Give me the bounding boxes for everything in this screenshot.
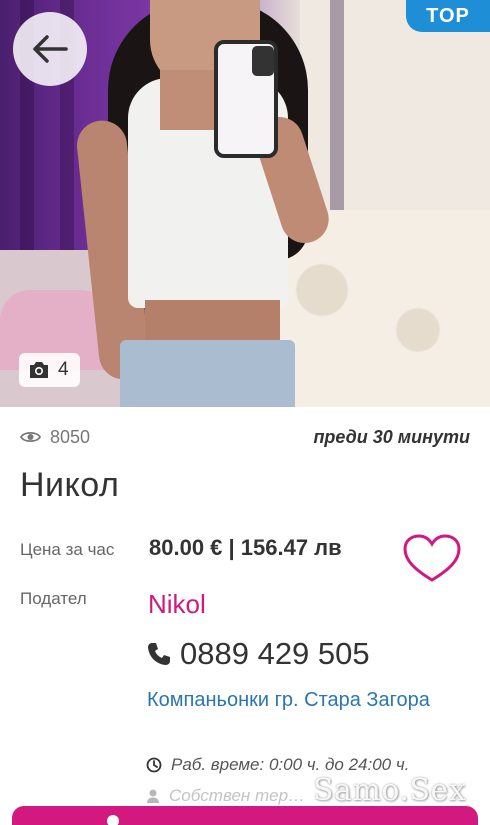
listing-meta: 8050 преди 30 минути — [20, 424, 470, 450]
own-room: Собствен тер… — [146, 786, 305, 806]
top-badge: TOP — [406, 0, 490, 32]
favorite-button[interactable] — [402, 532, 462, 584]
photo-count[interactable]: 4 — [19, 353, 80, 387]
posted-time: преди 30 минути — [313, 426, 470, 447]
working-hours: Раб. време: 0:00 ч. до 24:00 ч. — [146, 755, 409, 775]
contact-action-bar[interactable] — [12, 806, 478, 825]
clock-icon — [146, 757, 162, 773]
photo-phone-camera — [252, 46, 274, 76]
site-watermark: Samo.Sex — [313, 773, 467, 808]
camera-icon — [30, 362, 48, 378]
listing-title: Никол — [20, 466, 120, 504]
phone-link[interactable]: 0889 429 505 — [146, 636, 370, 672]
phone-number: 0889 429 505 — [180, 636, 370, 671]
user-icon — [147, 789, 159, 803]
category-link[interactable]: Компаньонки гр. Стара Загора — [147, 686, 437, 714]
back-button[interactable] — [13, 12, 87, 86]
heart-icon — [403, 534, 461, 582]
price-label: Цена за час — [20, 540, 115, 559]
photo-count-value: 4 — [58, 359, 69, 380]
poster-name-link[interactable]: Nikol — [148, 589, 206, 620]
price-value: 80.00 € | 156.47 лв — [149, 535, 342, 560]
contact-action-icon — [107, 815, 119, 825]
phone-icon — [148, 643, 170, 665]
poster-label: Подател — [20, 589, 87, 608]
photo-jeans — [120, 340, 295, 407]
eye-icon — [20, 431, 41, 443]
own-room-text: Собствен тер… — [169, 786, 306, 805]
views-count: 8050 — [50, 426, 91, 447]
photo-wall — [300, 0, 490, 230]
arrow-left-icon — [33, 35, 68, 63]
views: 8050 — [20, 427, 90, 448]
working-hours-text: Раб. време: 0:00 ч. до 24:00 ч. — [171, 755, 410, 774]
